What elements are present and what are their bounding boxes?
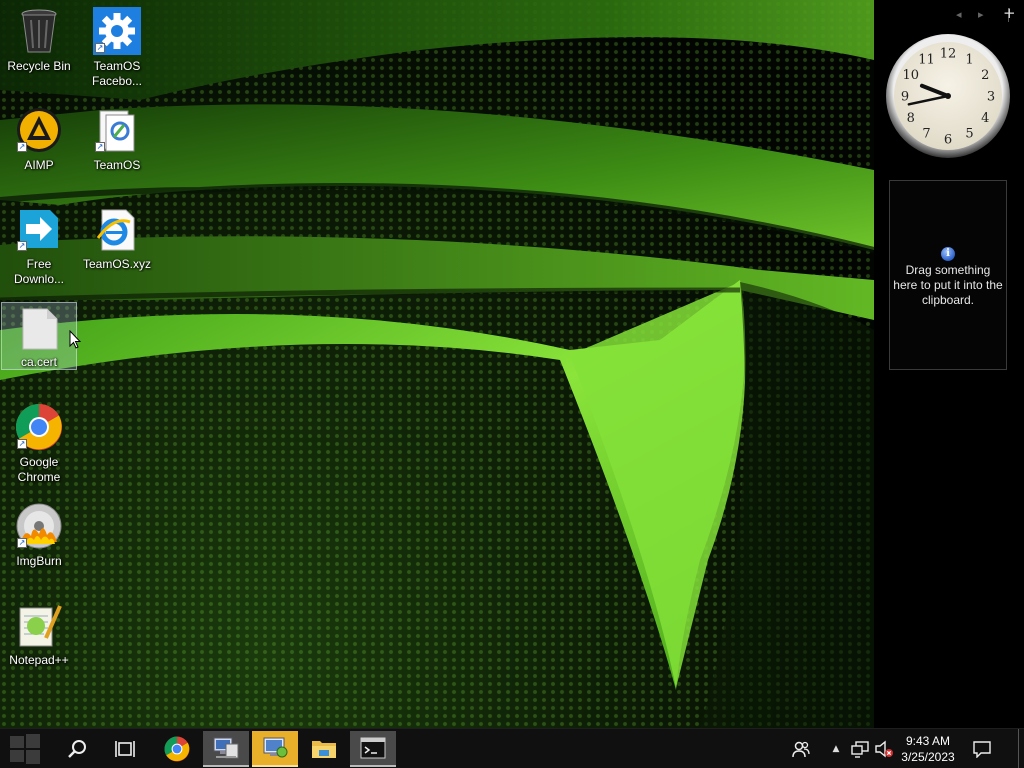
desktop-icon-imgburn[interactable]: ↗ ImgBurn xyxy=(1,497,77,589)
clock-numeral: 10 xyxy=(902,68,919,83)
recycle-bin-icon xyxy=(15,7,63,55)
desktop-icon-label: Google Chrome xyxy=(17,455,61,484)
desktop-icon-label: AIMP xyxy=(24,158,54,172)
search-icon xyxy=(68,740,86,758)
windows-start-icon xyxy=(10,734,40,764)
task-view-button[interactable] xyxy=(102,729,148,768)
shortcut-arrow-icon: ↗ xyxy=(17,142,27,152)
shortcut-arrow-icon: ↗ xyxy=(17,439,27,449)
people-button[interactable] xyxy=(786,729,816,768)
taskbar-time: 9:43 AM xyxy=(905,734,951,748)
taskbar-app-chrome[interactable] xyxy=(154,731,200,767)
taskbar-app-file-explorer[interactable] xyxy=(301,731,347,767)
volume-muted-icon xyxy=(875,740,893,758)
clock-numeral: 3 xyxy=(987,90,995,105)
taskbar-app-command-prompt[interactable] xyxy=(350,731,396,767)
mouse-cursor-icon xyxy=(69,330,81,349)
taskbar-clock[interactable]: 9:43 AM 3/25/2023 xyxy=(896,731,960,767)
clock-numeral: 2 xyxy=(981,68,989,83)
file-explorer-icon xyxy=(312,741,336,758)
clock-gadget[interactable]: 12 12 3 45678 9 1011 xyxy=(886,32,1010,160)
action-center-button[interactable] xyxy=(966,729,998,768)
volume-button[interactable] xyxy=(872,729,896,768)
desktop-icon-label: TeamOS Facebo... xyxy=(91,59,143,88)
desktop-icon-label: ca.cert xyxy=(20,355,57,369)
free-download-manager-icon: ↗ xyxy=(15,205,63,253)
task-view-icon xyxy=(115,741,135,757)
desktop-icon-teamos-facebook[interactable]: ↗ TeamOS Facebo... xyxy=(79,2,155,94)
notepad-plus-plus-icon xyxy=(15,601,63,649)
shortcut-arrow-icon: ↗ xyxy=(95,43,105,53)
desktop-icon-google-chrome[interactable]: ↗ Google Chrome xyxy=(1,398,77,490)
desktop-icon-label: TeamOS.xyz xyxy=(82,257,151,271)
blank-file-icon xyxy=(15,307,63,351)
desktop-icon-aimp[interactable]: ↗ AIMP xyxy=(1,101,77,193)
sidebar-next-button[interactable]: ▸ xyxy=(978,8,984,21)
desktop-icon-label: Notepad++ xyxy=(9,653,69,667)
taskbar-date: 3/25/2023 xyxy=(901,750,955,764)
network-icon xyxy=(851,741,869,758)
clock-numeral: 4 xyxy=(981,111,989,126)
show-desktop-button[interactable] xyxy=(1018,729,1024,768)
chrome-icon: ↗ xyxy=(15,403,63,451)
shortcut-arrow-icon: ↗ xyxy=(17,538,27,548)
info-icon: i xyxy=(941,247,955,261)
imgburn-disc-icon: ↗ xyxy=(15,502,63,550)
command-prompt-icon xyxy=(360,737,386,759)
desktop-icon-label: Free Downlo... xyxy=(13,257,65,286)
gadgets-sidebar: ◂ ▸ + 12 1 2 3 4 5 6 7 8 9 10 11 i Drag something h… xyxy=(874,0,1024,728)
clock-numeral: 5 xyxy=(965,127,973,142)
people-icon xyxy=(792,741,810,758)
desktop-icon-teamos[interactable]: ↗ TeamOS xyxy=(79,101,155,193)
sidebar-prev-button[interactable]: ◂ xyxy=(956,8,962,21)
desktop-icon-label: TeamOS xyxy=(93,158,141,172)
shortcut-arrow-icon: ↗ xyxy=(95,142,105,152)
clipboard-gadget[interactable]: i Drag something here to put it into the… xyxy=(889,180,1007,370)
clipboard-message: Drag something here to put it into the c… xyxy=(893,263,1003,307)
clock-numeral: 11 xyxy=(918,52,935,67)
show-hidden-icons-button[interactable]: ▲ xyxy=(826,729,846,768)
desktop-icon-label: ImgBurn xyxy=(16,554,62,568)
desktop-icon-notepad-plus-plus[interactable]: Notepad++ xyxy=(1,596,77,688)
desktop-icon-recycle-bin[interactable]: Recycle Bin xyxy=(1,2,77,94)
clock-numeral: 6 xyxy=(944,133,952,148)
clock-numeral: 12 xyxy=(940,47,957,62)
network-button[interactable] xyxy=(848,729,872,768)
desktop-icon-free-download-manager[interactable]: ↗ Free Downlo... xyxy=(1,200,77,292)
shortcut-arrow-icon: ↗ xyxy=(17,241,27,251)
desktop-wallpaper[interactable]: Recycle Bin ↗ AIMP ↗ Free Downlo... ca.c… xyxy=(0,0,874,728)
clock-numeral: 9 xyxy=(901,90,909,105)
notification-icon xyxy=(973,741,991,758)
taskbar-app-network-setup[interactable] xyxy=(203,731,249,767)
clock-numeral: 1 xyxy=(965,52,973,67)
control-panel-icon xyxy=(263,737,288,758)
taskbar-app-control-panel[interactable] xyxy=(252,731,298,767)
start-button[interactable] xyxy=(0,729,50,768)
desktop-icon-teamos-xyz[interactable]: TeamOS.xyz xyxy=(79,200,155,292)
clock-numeral: 7 xyxy=(922,127,930,142)
chrome-icon xyxy=(164,736,190,762)
sidebar-add-gadget-button[interactable]: + xyxy=(1003,4,1016,22)
aimp-icon: ↗ xyxy=(15,106,63,154)
desktop-icon-label: Recycle Bin xyxy=(7,59,71,73)
network-computer-icon xyxy=(213,737,239,759)
clock-numeral: 8 xyxy=(907,111,915,126)
search-button[interactable] xyxy=(54,729,100,768)
internet-explorer-file-icon xyxy=(93,205,141,253)
gear-icon: ↗ xyxy=(93,7,141,55)
taskbar: ▲ 9:43 AM 3/25/2023 xyxy=(0,728,1024,768)
folder-document-icon: ↗ xyxy=(93,106,141,154)
desktop-icon-ca-cert[interactable]: ca.cert xyxy=(1,302,77,370)
